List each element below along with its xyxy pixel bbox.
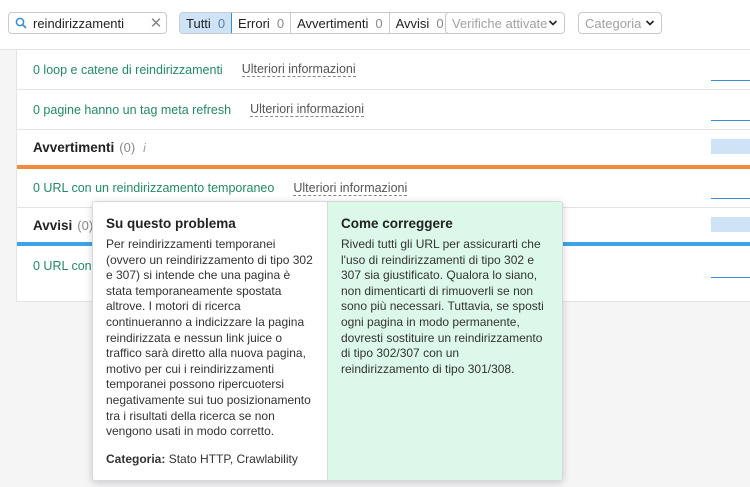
more-info-link[interactable]: Ulteriori informazioni <box>293 181 408 196</box>
trend-bar <box>711 120 750 121</box>
more-info-link[interactable]: Ulteriori informazioni <box>250 102 364 117</box>
search-icon <box>9 17 29 29</box>
dropdown-label: Verifiche attivate <box>452 15 548 31</box>
section-count: (0) <box>77 217 94 233</box>
dropdown-label: Categoria <box>585 15 642 31</box>
filter-label: Avvertimenti <box>297 15 369 31</box>
section-count: (0) <box>119 140 136 155</box>
chevron-down-icon <box>645 20 655 26</box>
trend-bar <box>711 80 750 81</box>
search-value[interactable]: reindirizzamenti <box>29 16 146 31</box>
section-title: Avvertimenti <box>33 140 115 155</box>
filter-count: 0 <box>375 15 383 31</box>
issue-row: 0 loop e catene di reindirizzamenti Ulte… <box>17 50 750 90</box>
more-info-link[interactable]: Ulteriori informazioni <box>241 62 356 77</box>
trend-bar <box>711 217 750 232</box>
chevron-down-icon <box>548 20 558 26</box>
trend-bar <box>711 139 750 154</box>
category-line: Categoria: Stato HTTP, Crawlability <box>106 452 314 466</box>
filter-label: Errori <box>238 15 270 31</box>
filter-label: Tutti <box>186 15 211 31</box>
section-title: Avvisi <box>33 217 73 233</box>
category-dropdown[interactable]: Categoria <box>578 12 662 34</box>
filter-label: Avvisi <box>395 15 430 31</box>
issue-tooltip: Su questo problema Per reindirizzamenti … <box>92 201 563 481</box>
filter-count: 0 <box>436 15 444 31</box>
how-to-fix-column: Come correggere Rivedi tutti gli URL per… <box>328 202 562 480</box>
info-icon[interactable]: i <box>143 141 146 155</box>
issue-text: 0 loop e catene di reindirizzamenti <box>33 62 223 77</box>
issue-text: 0 pagine hanno un tag meta refresh <box>33 102 232 117</box>
filter-notices-button[interactable]: Avvisi 0 <box>390 13 450 33</box>
filter-errors-button[interactable]: Errori 0 <box>232 13 292 33</box>
issue-text: 0 URL con un reindirizzamento temporaneo <box>33 181 275 195</box>
filter-all-button[interactable]: Tutti 0 <box>179 13 233 33</box>
about-title: Su questo problema <box>106 216 236 231</box>
trend-bar <box>711 198 750 199</box>
issue-row: 0 pagine hanno un tag meta refresh Ulter… <box>17 90 750 130</box>
filter-count: 0 <box>276 15 285 31</box>
severity-filter: Tutti 0 Errori 0 Avvertimenti 0 Avvisi 0 <box>179 12 451 34</box>
filter-count: 0 <box>217 15 226 31</box>
fix-title: Come correggere <box>341 216 453 231</box>
clear-search-icon[interactable]: ✕ <box>146 14 166 32</box>
filter-toolbar: reindirizzamenti ✕ Tutti 0 Errori 0 Avve… <box>0 0 750 50</box>
about-problem-column: Su questo problema Per reindirizzamenti … <box>93 202 328 480</box>
category-value: Stato HTTP, Crawlability <box>168 451 298 466</box>
trend-bar <box>711 277 750 278</box>
checks-dropdown[interactable]: Verifiche attivate <box>445 12 565 34</box>
filter-warnings-button[interactable]: Avvertimenti 0 <box>291 13 390 33</box>
category-label: Categoria: <box>106 451 166 466</box>
search-input[interactable]: reindirizzamenti ✕ <box>8 12 167 34</box>
fix-body: Rivedi tutti gli URL per assicurarti che… <box>341 237 544 376</box>
about-body: Per reindirizzamenti temporanei (ovvero … <box>106 237 313 439</box>
warnings-section-header: Avvertimenti (0) i <box>17 130 750 165</box>
